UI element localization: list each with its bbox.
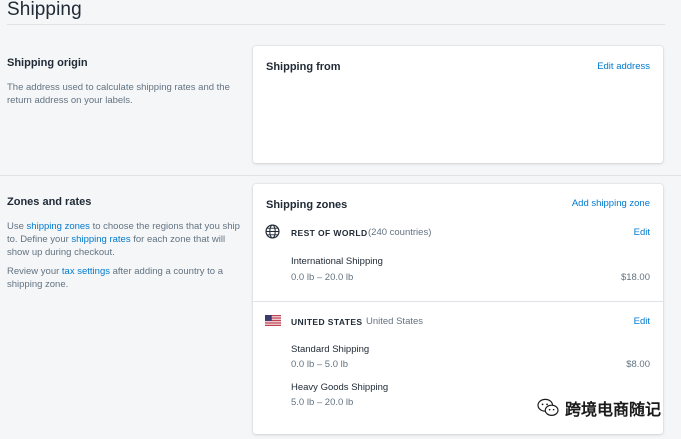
- globe-icon: [265, 224, 280, 239]
- zone-country-count: (240 countries): [368, 227, 432, 238]
- shipping-from-title: Shipping from: [266, 61, 341, 73]
- zone-country-list: United States: [366, 316, 424, 327]
- tax-note: Review your tax settings after adding a …: [7, 265, 242, 291]
- tax-settings-link[interactable]: tax settings: [62, 266, 110, 277]
- edit-zone-button[interactable]: Edit: [634, 316, 650, 327]
- shipping-origin-heading: Shipping origin: [7, 57, 88, 69]
- add-shipping-zone-link[interactable]: Add shipping zone: [572, 198, 650, 209]
- rate-weight-range: 5.0 lb – 20.0 lb: [291, 397, 354, 408]
- zones-text: Use: [7, 221, 27, 232]
- rate-name: International Shipping: [291, 256, 383, 267]
- watermark-text: 跨境电商随记: [564, 402, 661, 419]
- us-flag-icon: [265, 315, 281, 326]
- zones-heading: Zones and rates: [7, 196, 92, 208]
- zone-name: REST OF WORLD: [291, 228, 368, 238]
- zones-description: Use shipping zones to choose the regions…: [7, 220, 242, 259]
- edit-zone-button[interactable]: Edit: [634, 227, 650, 238]
- shipping-zones-title: Shipping zones: [266, 199, 348, 211]
- rate-price: $18.00: [620, 272, 650, 283]
- edit-address-link[interactable]: Edit address: [597, 61, 650, 72]
- shipping-origin-description: The address used to calculate shipping r…: [7, 82, 230, 106]
- shipping-rates-link[interactable]: shipping rates: [71, 234, 130, 245]
- page-title: Shipping: [7, 0, 82, 20]
- rate-name: Standard Shipping: [291, 344, 370, 355]
- rate-weight-range: 0.0 lb – 5.0 lb: [291, 359, 349, 370]
- shipping-origin-annotation: Shipping origin The address used to calc…: [7, 57, 242, 107]
- rate-weight-range: 0.0 lb – 20.0 lb: [291, 272, 354, 283]
- rate-name: Heavy Goods Shipping: [291, 382, 389, 393]
- watermark: 跨境电商随记: [537, 396, 661, 420]
- title-divider: [7, 24, 665, 25]
- shipping-zones-link[interactable]: shipping zones: [27, 221, 90, 232]
- rate-price: $8.00: [626, 359, 650, 370]
- wechat-icon: [537, 398, 559, 416]
- zones-annotation: Zones and rates Use shipping zones to ch…: [7, 196, 242, 291]
- zones-text: Review your: [7, 266, 62, 277]
- section-divider: [0, 175, 681, 176]
- shipping-from-card: Shipping from Edit address: [253, 46, 663, 163]
- zone-name: UNITED STATES: [291, 317, 363, 327]
- zone-divider: [253, 301, 663, 302]
